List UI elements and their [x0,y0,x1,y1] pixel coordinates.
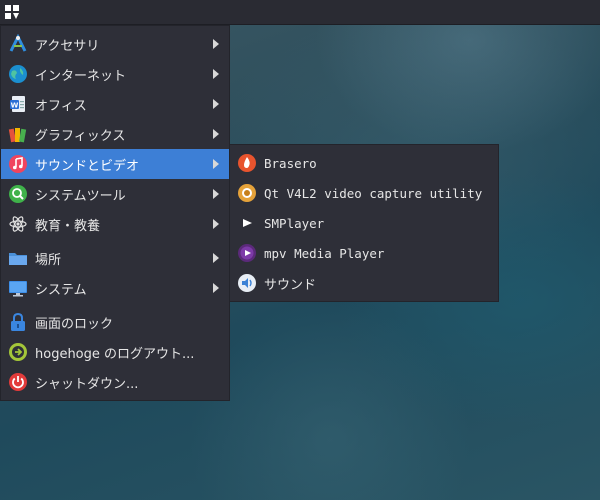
graphics-icon [7,123,29,145]
menu-item-label: シャットダウン... [35,376,139,392]
qv4l2-icon [236,182,258,204]
folder-icon [7,247,29,269]
menu-item-places[interactable]: 場所 [1,243,229,273]
menu-item-label: オフィス [35,98,87,114]
svg-text:W: W [11,102,19,110]
submenu-item-label: Qt V4L2 video capture utility [264,185,483,201]
globe-icon [7,63,29,85]
submenu-item-qv4l2[interactable]: Qt V4L2 video capture utility [230,178,498,208]
monitor-icon [7,277,29,299]
sound-video-submenu: Brasero Qt V4L2 video capture utility SM… [229,144,499,302]
menu-item-label: インターネット [35,68,127,84]
submenu-item-smplayer[interactable]: SMPlayer [230,208,498,238]
submenu-arrow-icon [213,39,219,49]
speaker-icon [236,272,258,294]
menu-item-graphics[interactable]: グラフィックス [1,119,229,149]
system-tools-icon [7,183,29,205]
apps-grid-icon [5,5,19,19]
submenu-item-label: SMPlayer [264,215,325,231]
submenu-item-label: Brasero [264,155,317,171]
logout-icon [7,341,29,363]
submenu-item-sound[interactable]: サウンド [230,268,498,298]
submenu-arrow-icon [213,69,219,79]
submenu-arrow-icon [213,283,219,293]
menu-item-label: hogehoge のログアウト... [35,346,195,362]
submenu-item-label: サウンド [264,277,317,293]
menu-item-label: システム [35,282,87,298]
menu-item-internet[interactable]: インターネット [1,59,229,89]
power-icon [7,371,29,393]
accessories-icon [7,33,29,55]
top-panel [0,0,600,25]
menu-item-label: サウンドとビデオ [35,158,140,174]
lock-icon [7,311,29,333]
submenu-item-label: mpv Media Player [264,245,385,261]
applications-menu-button[interactable] [0,0,24,24]
applications-menu: アクセサリ インターネット W オフィス グラフィックス サウンドとビデオ シス… [0,25,230,401]
menu-item-label: 場所 [35,252,62,268]
submenu-arrow-icon [213,99,219,109]
office-icon: W [7,93,29,115]
submenu-arrow-icon [213,219,219,229]
submenu-arrow-icon [213,159,219,169]
atom-icon [7,213,29,235]
menu-item-label: 画面のロック [35,316,114,332]
play-icon [236,212,258,234]
music-icon [7,153,29,175]
mpv-icon [236,242,258,264]
menu-item-system[interactable]: システム [1,273,229,303]
menu-item-accessories[interactable]: アクセサリ [1,29,229,59]
menu-item-lock-screen[interactable]: 画面のロック [1,307,229,337]
submenu-item-brasero[interactable]: Brasero [230,148,498,178]
menu-item-system-tools[interactable]: システムツール [1,179,229,209]
menu-item-shutdown[interactable]: シャットダウン... [1,367,229,397]
menu-item-label: 教育・教養 [35,218,101,234]
submenu-arrow-icon [213,253,219,263]
menu-item-office[interactable]: W オフィス [1,89,229,119]
menu-item-label: システムツール [35,188,126,204]
menu-item-logout[interactable]: hogehoge のログアウト... [1,337,229,367]
menu-item-label: グラフィックス [35,128,126,144]
menu-item-education[interactable]: 教育・教養 [1,209,229,239]
submenu-item-mpv[interactable]: mpv Media Player [230,238,498,268]
submenu-arrow-icon [213,129,219,139]
menu-item-label: アクセサリ [35,38,100,54]
menu-item-sound-video[interactable]: サウンドとビデオ [1,149,229,179]
brasero-icon [236,152,258,174]
submenu-arrow-icon [213,189,219,199]
